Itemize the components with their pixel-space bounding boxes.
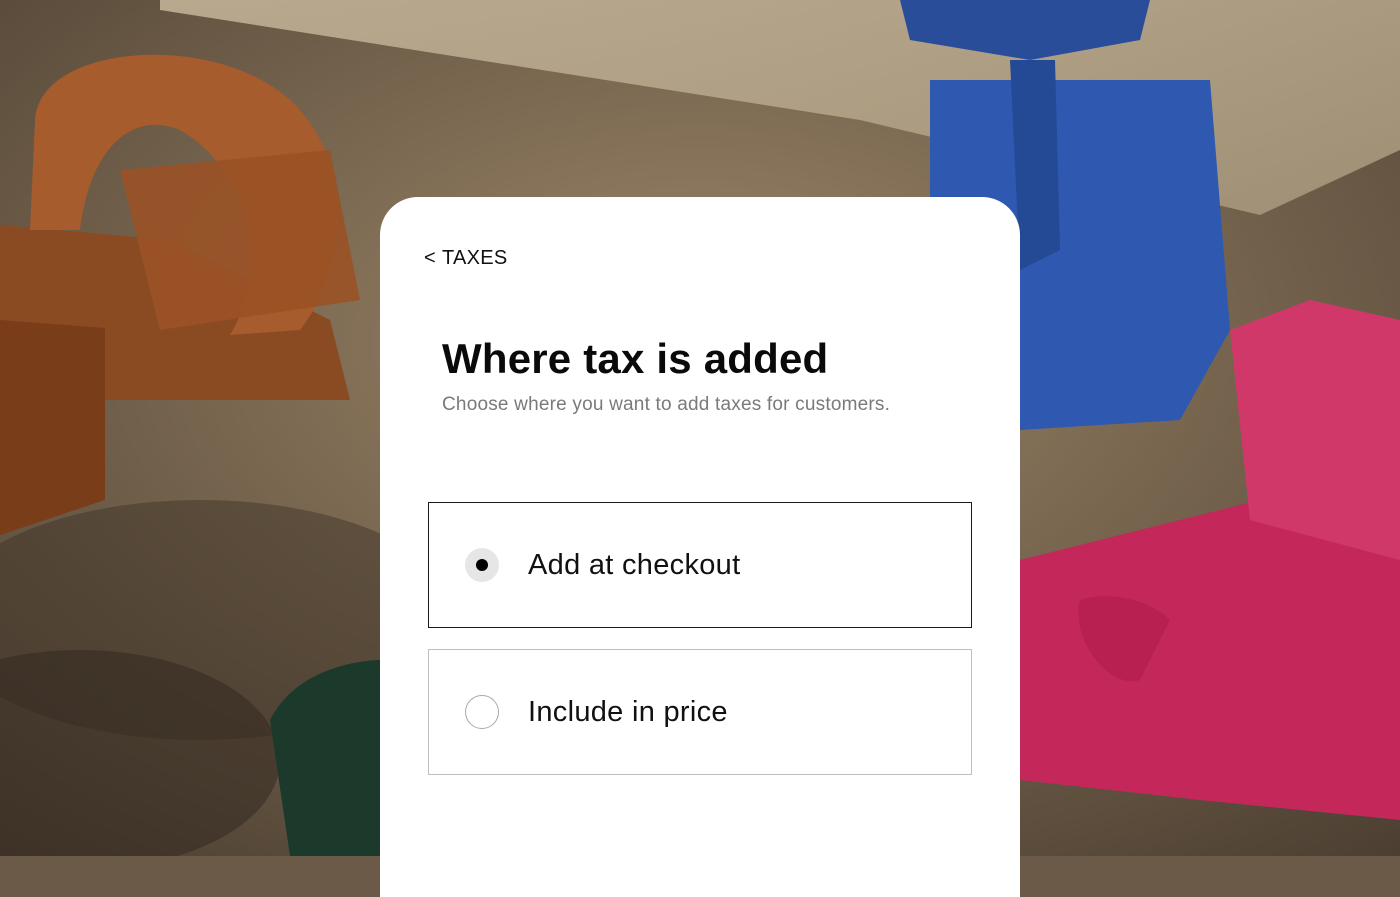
back-link-label: TAXES <box>441 247 508 269</box>
back-to-taxes-link[interactable]: < TAXES <box>424 247 508 270</box>
option-add-at-checkout[interactable]: Add at checkout <box>428 502 972 628</box>
tax-settings-panel: < TAXES Where tax is added Choose where … <box>380 197 1020 897</box>
page-title: Where tax is added <box>442 335 829 382</box>
chevron-left-icon: < <box>424 247 436 269</box>
option-include-in-price[interactable]: Include in price <box>428 649 972 775</box>
option-label: Include in price <box>528 695 728 728</box>
radio-selected-icon[interactable] <box>465 548 499 582</box>
radio-unselected-icon[interactable] <box>465 695 499 729</box>
page-subtitle: Choose where you want to add taxes for c… <box>442 394 891 415</box>
option-label: Add at checkout <box>528 548 741 581</box>
